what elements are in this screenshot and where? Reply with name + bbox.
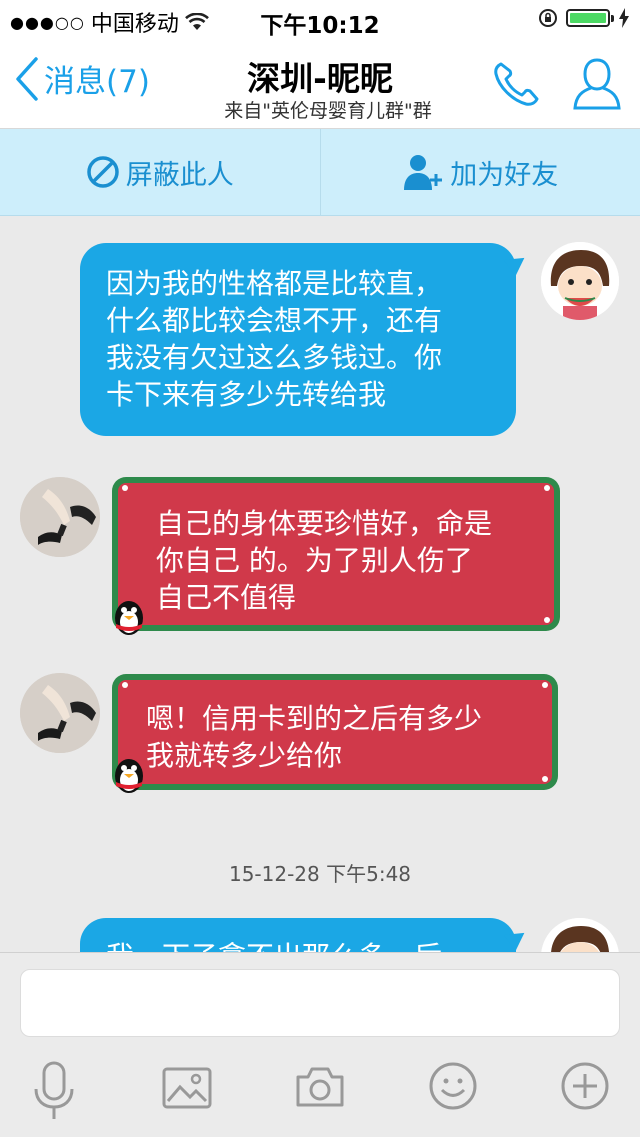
message-bubble-outgoing[interactable]: 因为我的性格都是比较直， 什么都比较会想不开，还有 我没有欠过这么多钱过。你 卡… — [80, 243, 516, 436]
message-line: 我，下子拿不出那么多，后 — [106, 938, 490, 952]
bubble-decoration — [544, 485, 550, 491]
chat-subtitle: 来自"英伦母婴育儿群"群 — [0, 96, 640, 123]
navigation-bar: 消息(7) 深圳-昵昵 来自"英伦母婴育儿群"群 — [0, 40, 640, 129]
lock-rotation-icon — [538, 8, 558, 28]
block-user-label: 屏蔽此人 — [126, 153, 234, 192]
charging-icon — [618, 8, 630, 28]
image-icon[interactable] — [162, 1067, 212, 1109]
bubble-decoration — [542, 776, 548, 782]
message-line: 自己不值得 — [156, 579, 554, 616]
message-line: 我没有欠过这么多钱过。你 — [106, 339, 490, 376]
input-toolbar — [0, 1053, 640, 1137]
qq-penguin-icon — [108, 596, 150, 638]
plus-icon[interactable] — [560, 1061, 610, 1111]
emoji-icon[interactable] — [428, 1061, 478, 1111]
message-line: 卡下来有多少先转给我 — [106, 376, 490, 413]
message-line: 你自己 的。为了别人伤了 — [156, 542, 554, 579]
cartoon-girl-avatar — [541, 918, 619, 952]
bubble-tail — [504, 925, 530, 952]
camera-icon[interactable] — [294, 1065, 346, 1109]
microphone-icon[interactable] — [32, 1061, 76, 1123]
bubble-decoration — [122, 682, 128, 688]
avatar-self[interactable] — [541, 242, 619, 320]
message-line: 我就转多少给你 — [146, 737, 552, 774]
input-area — [0, 952, 640, 1137]
block-icon — [86, 155, 120, 189]
contact-photo-avatar — [20, 673, 100, 753]
block-user-button[interactable]: 屏蔽此人 — [0, 129, 320, 215]
add-friend-icon — [402, 152, 444, 192]
bubble-decoration — [544, 617, 550, 623]
qq-penguin-icon — [108, 754, 150, 796]
phone-icon[interactable] — [492, 60, 542, 108]
avatar-contact[interactable] — [20, 477, 100, 557]
bubble-tail — [504, 250, 530, 277]
message-line: 因为我的性格都是比较直， — [106, 265, 490, 302]
contact-photo-avatar — [20, 477, 100, 557]
bubble-decoration — [542, 682, 548, 688]
message-line: 嗯！信用卡到的之后有多少 — [146, 700, 552, 737]
message-line: 自己的身体要珍惜好，命是 — [156, 505, 554, 542]
avatar-contact[interactable] — [20, 673, 100, 753]
chat-title: 深圳-昵昵 — [0, 52, 640, 100]
profile-icon[interactable] — [572, 56, 622, 112]
message-bubble-incoming[interactable]: 自己的身体要珍惜好，命是 你自己 的。为了别人伤了 自己不值得 — [112, 477, 560, 631]
message-line: 什么都比较会想不开，还有 — [106, 302, 490, 339]
message-input[interactable] — [20, 969, 620, 1037]
message-timestamp: 15-12-28 下午5:48 — [0, 858, 640, 887]
status-right — [538, 8, 630, 28]
message-bubble-incoming[interactable]: 嗯！信用卡到的之后有多少 我就转多少给你 — [112, 674, 558, 790]
avatar-self[interactable] — [541, 918, 619, 952]
battery-icon — [566, 9, 610, 27]
add-friend-button[interactable]: 加为好友 — [321, 129, 640, 215]
chat-area[interactable]: 因为我的性格都是比较直， 什么都比较会想不开，还有 我没有欠过这么多钱过。你 卡… — [0, 216, 640, 952]
add-friend-label: 加为好友 — [450, 153, 558, 192]
cartoon-girl-avatar — [541, 242, 619, 320]
status-bar: ●●●○○ 中国移动 下午10:12 — [0, 0, 640, 40]
action-bar: 屏蔽此人 加为好友 — [0, 129, 640, 216]
bubble-decoration — [122, 485, 128, 491]
message-bubble-outgoing[interactable]: 我，下子拿不出那么多，后 — [80, 918, 516, 952]
